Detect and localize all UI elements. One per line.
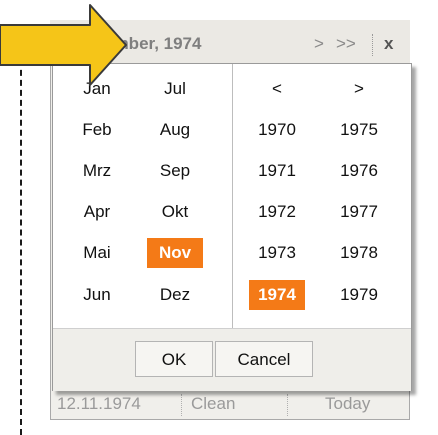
ok-button[interactable]: OK [135,341,213,377]
year-cell-1970[interactable]: 1970 [249,115,305,145]
month-cell-aug[interactable]: Aug [147,115,203,145]
month-cell-mai[interactable]: Mai [69,238,125,268]
month-cell-jul[interactable]: Jul [147,74,203,104]
clean-button[interactable]: Clean [191,394,235,414]
years-prev-button[interactable]: < [249,74,305,104]
year-cell-1974-selected[interactable]: 1974 [249,280,305,310]
bottom-separator [287,394,288,416]
yellow-arrow-icon [0,4,127,86]
years-next-button[interactable]: > [331,74,387,104]
month-year-picker-popup: Jan Feb Mrz Apr Mai Jun Jul Aug Sep Okt … [52,63,412,391]
year-cell-1971[interactable]: 1971 [249,156,305,186]
year-cell-1977[interactable]: 1977 [331,197,387,227]
close-button[interactable]: x [384,34,393,54]
month-cell-nov-selected[interactable]: Nov [147,238,203,268]
year-cell-1975[interactable]: 1975 [331,115,387,145]
month-cell-sep[interactable]: Sep [147,156,203,186]
year-cell-1978[interactable]: 1978 [331,238,387,268]
header-separator [372,34,373,56]
today-button[interactable]: Today [325,394,370,414]
year-cell-1973[interactable]: 1973 [249,238,305,268]
month-cell-jun[interactable]: Jun [69,280,125,310]
month-cell-okt[interactable]: Okt [147,197,203,227]
months-grid: Jan Feb Mrz Apr Mai Jun Jul Aug Sep Okt … [53,64,233,328]
year-cell-1972[interactable]: 1972 [249,197,305,227]
date-value[interactable]: 12.11.1974 [57,394,141,414]
years-grid: < 1970 1971 1972 1973 1974 > 1975 1976 1… [233,64,413,328]
year-cell-1979[interactable]: 1979 [331,280,387,310]
month-cell-feb[interactable]: Feb [69,115,125,145]
bottom-separator [181,394,182,416]
calendar-bottom-bar: 12.11.1974 Clean Today [55,392,410,420]
arrow-shape [0,4,127,86]
month-cell-apr[interactable]: Apr [69,197,125,227]
cancel-button[interactable]: Cancel [215,341,313,377]
month-cell-mrz[interactable]: Mrz [69,156,125,186]
picker-footer: OK Cancel [53,328,411,391]
year-cell-1976[interactable]: 1976 [331,156,387,186]
next-month-button[interactable]: > [314,34,324,54]
next-year-button[interactable]: >> [336,34,356,54]
month-cell-dez[interactable]: Dez [147,280,203,310]
